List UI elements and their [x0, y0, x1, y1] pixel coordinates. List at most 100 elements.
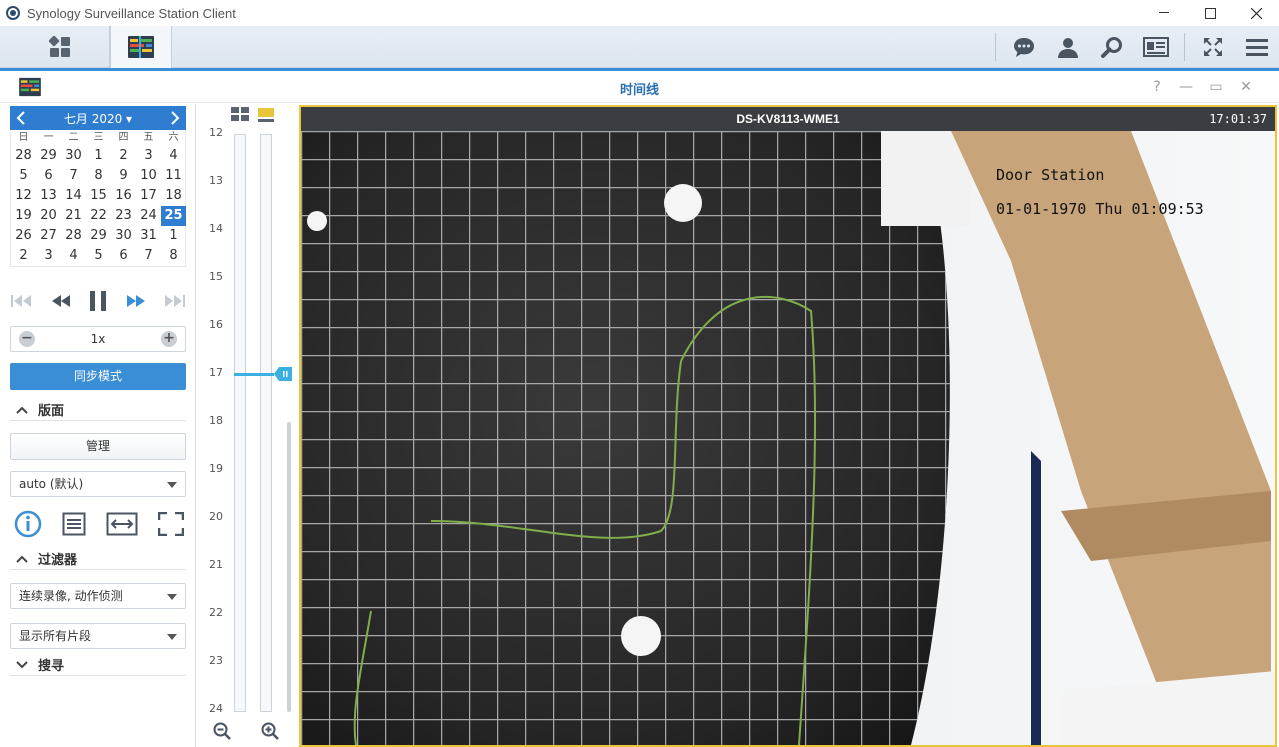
- calendar-day[interactable]: 15: [86, 186, 111, 206]
- calendar-day[interactable]: 24: [136, 206, 161, 226]
- user-icon[interactable]: [1046, 26, 1090, 68]
- video-frame[interactable]: Door Station 01-01-1970 Thu 01:09:53: [301, 131, 1275, 745]
- calendar-day[interactable]: 3: [36, 246, 61, 266]
- calendar-day[interactable]: 29: [86, 226, 111, 246]
- timeline-hour-label: 18: [209, 414, 223, 427]
- calendar-day[interactable]: 6: [111, 246, 136, 266]
- calendar-day[interactable]: 7: [61, 166, 86, 186]
- calendar-day[interactable]: 27: [36, 226, 61, 246]
- document-icon[interactable]: [62, 512, 86, 536]
- calendar-day[interactable]: 2: [111, 146, 136, 166]
- single-view-icon[interactable]: [257, 107, 275, 123]
- expand-icon[interactable]: [158, 512, 184, 536]
- pause-icon[interactable]: [89, 290, 107, 312]
- grid-view-icon[interactable]: [231, 107, 249, 121]
- hamburger-menu-icon[interactable]: [1235, 26, 1279, 68]
- zoom-in-icon[interactable]: [261, 722, 279, 740]
- record-type-select[interactable]: 连续录像, 动作侦测: [10, 583, 186, 609]
- calendar-day[interactable]: 26: [11, 226, 36, 246]
- calendar-day[interactable]: 30: [111, 226, 136, 246]
- calendar-day[interactable]: 4: [61, 246, 86, 266]
- timeline-cursor-handle[interactable]: [273, 366, 293, 382]
- calendar-day[interactable]: 13: [36, 186, 61, 206]
- clip-filter-select[interactable]: 显示所有片段: [10, 623, 186, 649]
- calendar-day[interactable]: 19: [11, 206, 36, 226]
- calendar-grid: 日一二三四五六 28 29 30 1 2 3 4 5 6 7 8 9 10 11 12 13 14 15 16 17 18…: [10, 130, 186, 267]
- calendar-day[interactable]: 4: [161, 146, 186, 166]
- tab-timeline[interactable]: [110, 26, 172, 68]
- info-icon[interactable]: [14, 510, 42, 538]
- close-panel-button[interactable]: ✕: [1236, 78, 1256, 96]
- sync-mode-button[interactable]: 同步模式: [10, 363, 186, 390]
- calendar-day[interactable]: 16: [111, 186, 136, 206]
- chevron-right-icon[interactable]: [170, 111, 180, 125]
- skip-end-icon[interactable]: [164, 294, 186, 308]
- timeline-hour-label: 19: [209, 462, 223, 475]
- chat-icon[interactable]: [1002, 26, 1046, 68]
- calendar-day[interactable]: 5: [86, 246, 111, 266]
- calendar-day[interactable]: 17: [136, 186, 161, 206]
- calendar-day[interactable]: 23: [111, 206, 136, 226]
- calendar-day[interactable]: 22: [86, 206, 111, 226]
- timeline-track-2[interactable]: [260, 134, 272, 712]
- calendar-day[interactable]: 8: [86, 166, 111, 186]
- calendar-month-selector[interactable]: 七月 2020 ▾: [64, 110, 132, 127]
- calendar-day[interactable]: 18: [161, 186, 186, 206]
- layout-select[interactable]: auto (默认): [10, 471, 186, 497]
- calendar-day[interactable]: 6: [36, 166, 61, 186]
- skip-start-icon[interactable]: [10, 294, 32, 308]
- calendar-day[interactable]: 11: [161, 166, 186, 186]
- calendar-weekday: 三: [93, 132, 104, 143]
- calendar-day[interactable]: 2: [11, 246, 36, 266]
- main-toolbar: [0, 26, 1279, 68]
- fullscreen-icon[interactable]: [1191, 26, 1235, 68]
- minimize-window-button[interactable]: [1141, 0, 1187, 26]
- timeline-cursor-line: [234, 373, 274, 376]
- calendar-day[interactable]: 3: [136, 146, 161, 166]
- restore-panel-button[interactable]: ▭: [1206, 78, 1226, 96]
- chevron-left-icon[interactable]: [16, 111, 26, 125]
- timeline-hour-label: 14: [209, 222, 223, 235]
- fast-forward-icon[interactable]: [126, 294, 146, 308]
- manage-layout-button[interactable]: 管理: [10, 433, 186, 460]
- fit-width-icon[interactable]: [106, 512, 138, 536]
- calendar-day[interactable]: 21: [61, 206, 86, 226]
- close-window-button[interactable]: [1233, 0, 1279, 26]
- info-card-icon[interactable]: [1134, 26, 1178, 68]
- calendar-day[interactable]: 31: [136, 226, 161, 246]
- calendar-day[interactable]: 30: [61, 146, 86, 166]
- video-player[interactable]: DS-KV8113-WME1 17:01:37 Door Station 01-…: [299, 105, 1277, 747]
- calendar-day[interactable]: 7: [136, 246, 161, 266]
- zoom-out-icon[interactable]: [213, 722, 231, 740]
- timeline-scrollbar[interactable]: [287, 422, 291, 712]
- calendar-day[interactable]: 12: [11, 186, 36, 206]
- calendar-day[interactable]: 28: [61, 226, 86, 246]
- calendar-day[interactable]: 28: [11, 146, 36, 166]
- speed-decrease-button[interactable]: −: [19, 331, 35, 347]
- calendar-day[interactable]: 5: [11, 166, 36, 186]
- calendar-day-selected[interactable]: 25: [161, 206, 186, 226]
- rewind-icon[interactable]: [51, 294, 71, 308]
- layout-section-header[interactable]: 版面: [10, 399, 186, 421]
- calendar-weekday: 六: [168, 132, 179, 143]
- calendar-day[interactable]: 10: [136, 166, 161, 186]
- maximize-window-button[interactable]: [1187, 0, 1233, 26]
- timeline-track-1[interactable]: [234, 134, 246, 712]
- calendar-day[interactable]: 1: [86, 146, 111, 166]
- minimize-panel-button[interactable]: —: [1176, 78, 1196, 96]
- help-button[interactable]: ?: [1147, 78, 1167, 96]
- search-section-header[interactable]: 搜寻: [10, 654, 186, 676]
- chevron-up-icon: [16, 555, 28, 563]
- calendar-day[interactable]: 1: [161, 226, 186, 246]
- calendar-day[interactable]: 14: [61, 186, 86, 206]
- filter-section-header[interactable]: 过滤器: [10, 548, 186, 570]
- calendar-day[interactable]: 20: [36, 206, 61, 226]
- window-titlebar: Synology Surveillance Station Client: [0, 0, 1279, 26]
- speed-increase-button[interactable]: +: [161, 331, 177, 347]
- calendar-day[interactable]: 9: [111, 166, 136, 186]
- search-icon[interactable]: [1090, 26, 1134, 68]
- main-menu-button[interactable]: [10, 26, 110, 68]
- calendar-day[interactable]: 29: [36, 146, 61, 166]
- window-subheader: 时间线 ? — ▭ ✕: [0, 71, 1279, 103]
- calendar-day[interactable]: 8: [161, 246, 186, 266]
